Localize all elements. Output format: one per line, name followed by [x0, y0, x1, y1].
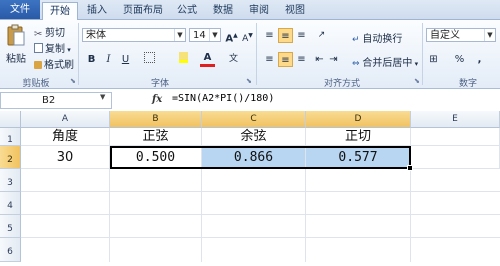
chevron-down-icon: ▼: [209, 29, 220, 41]
merge-center-button[interactable]: ⇔ 合并后居中 ▾: [352, 54, 418, 69]
name-box[interactable]: B2: [0, 92, 112, 109]
merge-icon: ⇔: [352, 59, 363, 69]
divider: [422, 23, 423, 85]
copy-icon: [34, 43, 43, 53]
grid-row-5[interactable]: [21, 215, 500, 238]
copy-button[interactable]: 复制 ▾: [34, 40, 71, 55]
gridline: [201, 169, 202, 262]
cell-a1[interactable]: 角度: [21, 128, 110, 146]
cell-e2[interactable]: [411, 146, 500, 169]
align-center-icon[interactable]: ≡: [278, 52, 293, 67]
paste-button[interactable]: 粘贴: [6, 50, 26, 65]
tab-review[interactable]: 审阅: [244, 2, 274, 19]
chevron-down-icon: ▾: [412, 60, 419, 68]
tab-home[interactable]: 开始: [42, 2, 78, 21]
column-header-d[interactable]: D: [306, 111, 411, 128]
align-top-icon[interactable]: ≡: [262, 28, 277, 43]
align-left-icon[interactable]: ≡: [262, 52, 277, 67]
cell-a2[interactable]: 30: [21, 146, 110, 169]
font-group-label: 字体: [150, 79, 169, 89]
currency-icon[interactable]: ⊞: [426, 52, 441, 67]
cut-button[interactable]: ✂ 剪切: [34, 24, 65, 40]
gridline: [305, 169, 306, 262]
divider: [78, 23, 79, 85]
font-launcher-icon[interactable]: ⬊: [246, 77, 252, 85]
wrap-text-button[interactable]: ↵ 自动换行: [352, 30, 402, 45]
decrease-font-icon[interactable]: A▼: [240, 28, 255, 44]
font-size-select[interactable]: 14 ▼: [189, 28, 221, 42]
alignment-launcher-icon[interactable]: ⬊: [414, 77, 420, 85]
ribbon: 粘贴 ✂ 剪切 复制 ▾ 格式刷 剪贴板 ⬊ 宋体 ▼ 14 ▼ A▲ A▼ B I …: [0, 20, 500, 89]
gridline: [109, 169, 110, 262]
underline-button[interactable]: U: [118, 52, 133, 67]
fill-handle[interactable]: [407, 165, 413, 171]
chevron-down-icon[interactable]: ▼: [100, 93, 105, 101]
select-all-corner[interactable]: [0, 111, 21, 128]
scissors-icon: ✂: [34, 29, 43, 40]
increase-indent-icon[interactable]: ⇥: [326, 52, 341, 67]
align-right-icon[interactable]: ≡: [294, 52, 309, 67]
cell-d2[interactable]: 0.577: [306, 146, 411, 169]
format-painter-button[interactable]: 格式刷: [34, 56, 74, 71]
clipboard-launcher-icon[interactable]: ⬊: [70, 77, 76, 85]
clipboard-group-label: 剪贴板: [22, 79, 50, 89]
formula-bar: B2 ▼ fx =SIN(A2*PI()/180): [0, 91, 500, 112]
phonetic-icon[interactable]: 文: [226, 52, 241, 67]
cell-c1[interactable]: 余弦: [202, 128, 306, 146]
cell-d1[interactable]: 正切: [306, 128, 411, 146]
row-header-3[interactable]: 3: [0, 169, 21, 192]
orientation-icon[interactable]: ↗: [314, 28, 329, 43]
cell-c2[interactable]: 0.866: [202, 146, 306, 169]
font-name-select[interactable]: 宋体 ▼: [82, 28, 186, 42]
wrap-text-icon: ↵: [352, 35, 363, 45]
divider: [256, 23, 257, 85]
font-color-icon[interactable]: A: [200, 52, 215, 67]
insert-function-icon[interactable]: fx: [152, 94, 162, 105]
tab-data[interactable]: 数据: [208, 2, 238, 19]
row-header-2[interactable]: 2: [0, 146, 21, 169]
align-bottom-icon[interactable]: ≡: [294, 28, 309, 43]
italic-button[interactable]: I: [101, 52, 116, 67]
number-group-label: 数字: [458, 79, 477, 89]
formula-input[interactable]: =SIN(A2*PI()/180): [172, 93, 274, 104]
paste-icon[interactable]: [6, 24, 26, 48]
grid-row-3[interactable]: [21, 169, 500, 192]
tab-insert[interactable]: 插入: [82, 2, 112, 19]
decrease-indent-icon[interactable]: ⇤: [312, 52, 327, 67]
cell-e1[interactable]: [411, 128, 500, 146]
tab-formulas[interactable]: 公式: [172, 2, 202, 19]
alignment-group-label: 对齐方式: [323, 79, 360, 89]
number-format-select[interactable]: 自定义 ▼: [426, 28, 496, 42]
column-header-b[interactable]: B: [110, 111, 202, 128]
cell-b2[interactable]: 0.500: [110, 146, 202, 169]
align-middle-icon[interactable]: ≡: [278, 28, 293, 43]
row-header-4[interactable]: 4: [0, 192, 21, 215]
tab-file[interactable]: 文件: [0, 0, 40, 19]
grid-row-6[interactable]: [21, 238, 500, 262]
format-painter-icon: [34, 61, 42, 69]
chevron-down-icon: ▼: [174, 29, 185, 41]
cell-b1[interactable]: 正弦: [110, 128, 202, 146]
column-header-a[interactable]: A: [21, 111, 110, 128]
chevron-down-icon: ▼: [484, 29, 495, 41]
ribbon-tab-bar: 文件 开始 插入 页面布局 公式 数据 审阅 视图: [0, 0, 500, 21]
row-header-1[interactable]: 1: [0, 128, 21, 146]
percent-button[interactable]: %: [452, 52, 467, 67]
tab-page-layout[interactable]: 页面布局: [118, 2, 168, 19]
chevron-down-icon: ▾: [65, 46, 71, 54]
increase-font-icon[interactable]: A▲: [224, 28, 239, 44]
comma-button[interactable]: ,: [472, 52, 487, 67]
tab-view[interactable]: 视图: [280, 2, 310, 19]
fill-color-icon[interactable]: [176, 52, 191, 67]
bold-button[interactable]: B: [84, 52, 99, 67]
gridline: [410, 169, 411, 262]
row-header-5[interactable]: 5: [0, 215, 21, 238]
borders-icon[interactable]: [142, 52, 157, 67]
column-header-e[interactable]: E: [411, 111, 500, 128]
grid-row-4[interactable]: [21, 192, 500, 215]
row-header-6[interactable]: 6: [0, 238, 21, 262]
column-header-c[interactable]: C: [202, 111, 306, 128]
